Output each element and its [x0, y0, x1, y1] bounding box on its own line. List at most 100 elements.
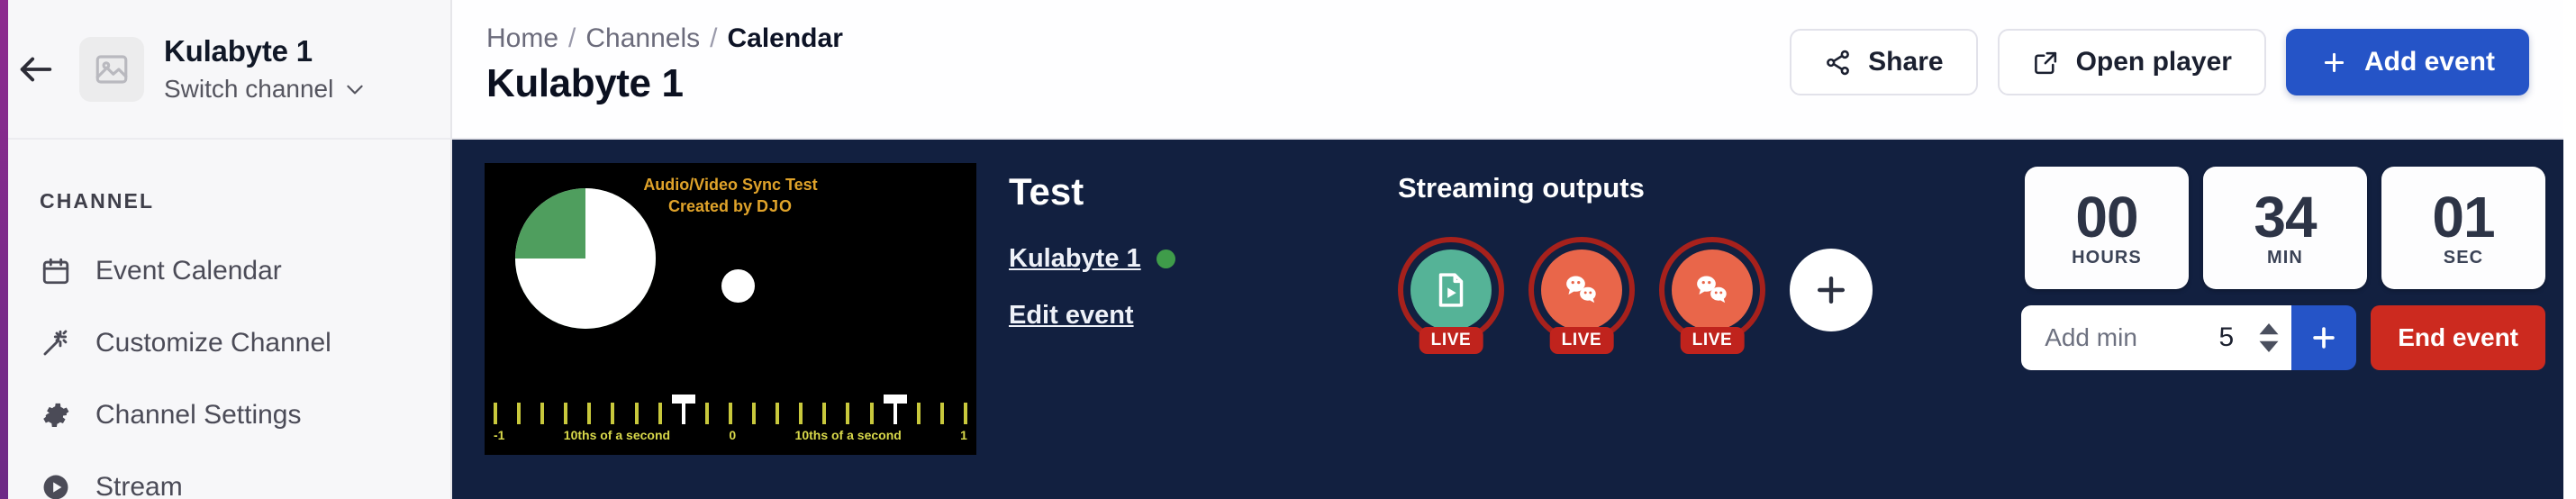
countdown-minutes-value: 34: [2254, 184, 2317, 250]
sync-ball-indicator: [721, 269, 755, 303]
ruler-label-left: -1: [494, 428, 505, 442]
main-content: Home / Channels / Calendar Kulabyte 1 Sh…: [452, 0, 2576, 499]
sidebar-nav: Event Calendar Customize Channel Channel…: [0, 213, 450, 499]
streaming-output-item[interactable]: LIVE: [1659, 237, 1765, 354]
sidebar-item-event-calendar[interactable]: Event Calendar: [0, 235, 450, 307]
ruler-label-mid-left: 10ths of a second: [563, 428, 671, 442]
breadcrumb-separator: /: [568, 23, 576, 53]
countdown-hours-unit: HOURS: [2072, 247, 2142, 268]
sync-ruler-ticks: [494, 395, 967, 424]
output-avatar: [1672, 250, 1753, 331]
ruler-tick: [494, 403, 497, 424]
open-player-button-label: Open player: [2075, 47, 2232, 77]
event-video-thumbnail[interactable]: Audio/Video Sync Test Created by DJO -1 …: [485, 163, 976, 455]
ruler-tick: [634, 403, 639, 424]
add-minutes-input[interactable]: Add min 5: [2021, 305, 2292, 370]
ruler-tick: [752, 403, 757, 424]
wechat-icon: [1566, 276, 1596, 304]
right-gutter: [2563, 0, 2576, 499]
page-topbar: Home / Channels / Calendar Kulabyte 1 Sh…: [452, 0, 2576, 140]
sidebar-item-channel-settings[interactable]: Channel Settings: [0, 379, 450, 451]
ruler-tick: [883, 395, 907, 424]
breadcrumb-separator: /: [710, 23, 718, 53]
ruler-tick: [704, 403, 709, 424]
plus-icon: [1817, 276, 1846, 304]
ruler-tick: [939, 403, 944, 424]
magic-wand-icon: [40, 327, 72, 359]
sidebar: Kulabyte 1 Switch channel CHANNEL Event …: [0, 0, 452, 499]
countdown-seconds-value: 01: [2432, 184, 2495, 250]
share-button[interactable]: Share: [1790, 29, 1978, 95]
add-minutes-confirm-button[interactable]: [2291, 305, 2357, 370]
live-badge: LIVE: [1549, 327, 1614, 354]
sync-ruler: -1 10ths of a second 0 10ths of a second…: [494, 395, 967, 448]
spinner-arrows-icon[interactable]: [2254, 323, 2279, 352]
switch-channel-button[interactable]: Switch channel: [164, 75, 367, 104]
gear-icon: [40, 399, 72, 431]
add-event-button-label: Add event: [2363, 47, 2495, 77]
streaming-outputs-list: LIVE LIVE LIVE: [1398, 237, 2021, 354]
edit-event-link[interactable]: Edit event: [1009, 301, 1134, 330]
countdown-minutes-unit: MIN: [2267, 247, 2303, 268]
breadcrumb-item-channels[interactable]: Channels: [585, 23, 700, 54]
app-root: Kulabyte 1 Switch channel CHANNEL Event …: [0, 0, 2576, 499]
ruler-tick: [517, 403, 522, 424]
live-event-panel: Audio/Video Sync Test Created by DJO -1 …: [452, 140, 2576, 499]
breadcrumb: Home / Channels / Calendar: [486, 23, 843, 54]
sidebar-item-stream[interactable]: Stream: [0, 451, 450, 499]
live-badge: LIVE: [1419, 327, 1483, 354]
add-streaming-output-button[interactable]: [1790, 249, 1873, 331]
add-event-button[interactable]: Add event: [2285, 29, 2529, 95]
sidebar-channel-header: Kulabyte 1 Switch channel: [0, 0, 450, 140]
thumbnail-logo: DJO: [757, 197, 794, 216]
ruler-tick: [799, 403, 803, 424]
ruler-tick: [822, 403, 827, 424]
event-channel-link[interactable]: Kulabyte 1: [1009, 244, 1141, 274]
switch-channel-label: Switch channel: [164, 75, 334, 103]
ruler-tick: [540, 403, 545, 424]
sidebar-item-label: Event Calendar: [95, 256, 282, 286]
page-title: Kulabyte 1: [486, 61, 684, 105]
sidebar-section-label: CHANNEL: [40, 189, 155, 213]
countdown-controls: 00 HOURS 34 MIN 01 SEC Add min 5 End eve…: [2021, 163, 2545, 370]
add-minutes-group: Add min 5: [2021, 305, 2357, 370]
wechat-icon: [1697, 276, 1727, 304]
sync-ruler-labels: -1 10ths of a second 0 10ths of a second…: [494, 424, 967, 442]
breadcrumb-item-home[interactable]: Home: [486, 23, 558, 54]
sidebar-channel-name: Kulabyte 1: [164, 34, 313, 68]
ruler-tick: [846, 403, 850, 424]
sync-pie-indicator: [515, 188, 656, 329]
share-button-label: Share: [1868, 47, 1944, 77]
sidebar-accent-bar: [0, 0, 8, 499]
status-dot-icon: [1156, 250, 1175, 268]
header-actions: Share Open player Add event: [1790, 23, 2529, 95]
ruler-tick: [963, 403, 967, 424]
open-player-button[interactable]: Open player: [1997, 29, 2266, 95]
plus-icon: [2324, 52, 2345, 72]
streaming-outputs-title: Streaming outputs: [1398, 172, 1645, 204]
add-minutes-value: 5: [2218, 322, 2235, 352]
chevron-down-icon: [347, 85, 364, 95]
sidebar-item-label: Stream: [95, 472, 183, 499]
event-controls: Add min 5 End event: [2021, 305, 2545, 370]
countdown-hours-value: 00: [2075, 184, 2138, 250]
external-link-icon: [2034, 51, 2056, 74]
ruler-tick: [564, 403, 568, 424]
ruler-label-right: 1: [960, 428, 967, 442]
streaming-outputs: Streaming outputs LIVE LIVE LIVE: [1391, 163, 2021, 354]
file-play-icon: [1438, 273, 1464, 307]
sidebar-item-label: Customize Channel: [95, 328, 331, 358]
add-minutes-label: Add min: [2045, 323, 2137, 351]
end-event-button[interactable]: End event: [2371, 305, 2545, 370]
ruler-tick: [658, 403, 662, 424]
ruler-label-mid-right: 10ths of a second: [794, 428, 902, 442]
thumbnail-subtitle-prefix: Created by: [667, 197, 752, 216]
streaming-output-item[interactable]: LIVE: [1398, 237, 1504, 354]
sidebar-item-customize-channel[interactable]: Customize Channel: [0, 307, 450, 379]
output-avatar: [1541, 250, 1622, 331]
breadcrumb-item-calendar: Calendar: [727, 23, 843, 53]
back-arrow-icon[interactable]: [13, 46, 59, 93]
streaming-output-item[interactable]: LIVE: [1528, 237, 1635, 354]
ruler-tick: [916, 403, 921, 424]
event-title: Test: [1009, 170, 1084, 213]
